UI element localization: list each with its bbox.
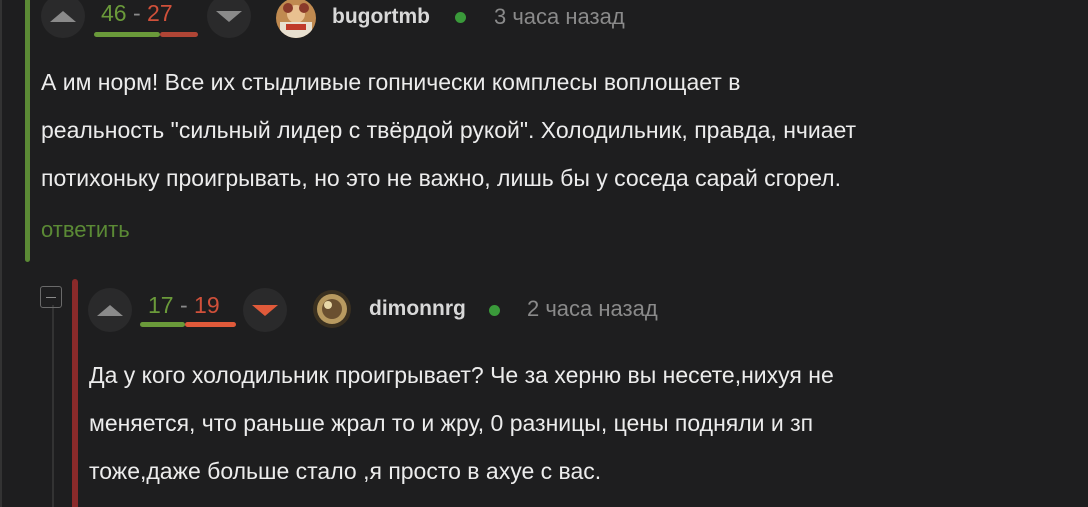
comment1-line-2: реальность "сильный лидер с твёрдой руко… bbox=[41, 117, 857, 143]
comment1-thread-line[interactable] bbox=[25, 0, 30, 262]
comment2-rating-bar-positive bbox=[140, 322, 185, 327]
comment2-timestamp[interactable]: 2 часа назад bbox=[527, 296, 658, 322]
comment1-rating-bar-positive bbox=[94, 32, 160, 37]
comment1-line-1: А им норм! Все их стыдливые гопнически к… bbox=[41, 69, 741, 95]
comment2-votes-up: 17 bbox=[148, 292, 174, 318]
comment2-downvote-button[interactable] bbox=[243, 288, 287, 332]
comment2-rating-bar-negative bbox=[185, 322, 236, 327]
comment2-online-indicator bbox=[489, 305, 500, 316]
upvote-arrow-icon bbox=[50, 10, 76, 22]
comment2-collapse-button[interactable] bbox=[40, 286, 62, 308]
comment1-online-indicator bbox=[455, 12, 466, 23]
comment1-upvote-button[interactable] bbox=[41, 0, 85, 38]
comment2-thread-line[interactable] bbox=[72, 279, 78, 507]
downvote-arrow-icon bbox=[252, 304, 278, 316]
comment2-votes-down: 19 bbox=[194, 292, 220, 318]
comment1-votes-up: 46 bbox=[101, 0, 127, 26]
comment1-reply-link[interactable]: ответить bbox=[41, 217, 130, 243]
comment1-line-3: потихоньку проигрывать, но это не важно,… bbox=[41, 165, 841, 191]
comment2-line-1: Да у кого холодильник проигрывает? Че за… bbox=[89, 362, 834, 388]
upvote-arrow-icon bbox=[97, 304, 123, 316]
comment2-line-2: меняется, что раньше жрал то и жру, 0 ра… bbox=[89, 410, 814, 436]
comment1-votes-down: 27 bbox=[147, 0, 173, 26]
comment2-avatar[interactable] bbox=[313, 290, 351, 328]
comment1-rating-bar-negative bbox=[160, 32, 198, 37]
comment1-username[interactable]: bugortmb bbox=[332, 5, 430, 29]
rating-separator: - bbox=[132, 0, 141, 26]
comment1-downvote-button[interactable] bbox=[207, 0, 251, 38]
minus-icon bbox=[46, 296, 56, 298]
downvote-arrow-icon bbox=[216, 10, 242, 22]
comment2-upvote-button[interactable] bbox=[88, 288, 132, 332]
branch-thread-line bbox=[52, 305, 54, 507]
comment2-username[interactable]: dimonnrg bbox=[369, 297, 466, 321]
rating-separator: - bbox=[179, 292, 188, 318]
comment1-avatar[interactable] bbox=[276, 0, 316, 38]
comment2-rating: 17 - 19 bbox=[148, 292, 220, 319]
comment2-line-3: тоже,даже больше стало ,я просто в ахуе … bbox=[89, 458, 602, 484]
comment1-timestamp[interactable]: 3 часа назад bbox=[494, 4, 625, 30]
comment1-rating: 46 - 27 bbox=[101, 0, 173, 27]
parent-thread-line bbox=[0, 0, 2, 507]
